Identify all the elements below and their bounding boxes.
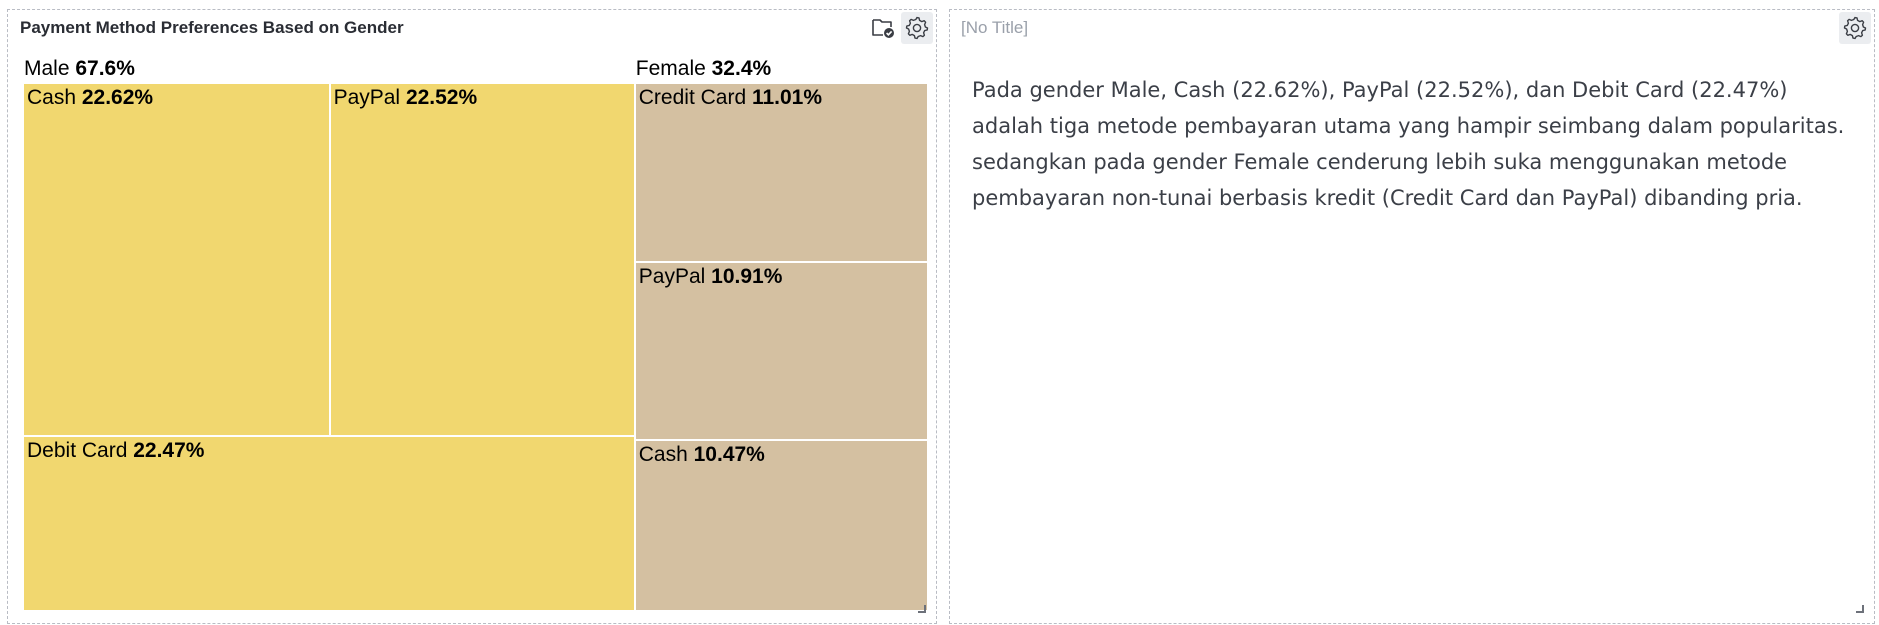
treemap-tile-label-value: 10.91% [711, 265, 783, 289]
chart-panel: Payment Method Preferences Based on Gend… [7, 9, 937, 624]
treemap-tile-label-name: PayPal [333, 86, 406, 109]
treemap-tile-label: Cash 22.62% [27, 86, 153, 110]
settings-button[interactable] [901, 12, 933, 44]
treemap-tile-label-name: Cash [27, 86, 82, 109]
treemap-tile-label: PayPal 22.52% [334, 86, 478, 110]
treemap-tile: Cash 10.47% [634, 440, 928, 611]
folder-check-button[interactable] [867, 12, 899, 44]
folder-check-icon [872, 19, 894, 38]
treemap-group-label-name: Female [635, 57, 712, 80]
text-content: Pada gender Male, Cash (22.62%), PayPal … [972, 78, 1845, 210]
treemap-tile-label: Cash 10.47% [639, 443, 765, 467]
treemap-tile-label-value: 22.52% [405, 86, 478, 109]
treemap-tile-label-value: 11.01% [751, 86, 823, 109]
treemap-tile: Cash 22.62% [23, 83, 330, 436]
text-panel: [No Title] Pada gender Male, Cash (22.62… [949, 9, 1875, 624]
treemap-group-label-value: 67.6% [75, 57, 135, 80]
treemap-group-label-value: 32.4% [711, 57, 772, 80]
treemap-tile: PayPal 22.52% [329, 83, 635, 436]
gear-icon [905, 16, 929, 40]
treemap-group-label: Male 67.6% [24, 57, 135, 81]
treemap-tile: Credit Card 11.01% [634, 83, 928, 263]
treemap-tile-label-value: 22.62% [81, 86, 154, 109]
treemap-tile-label-name: Credit Card [638, 86, 752, 109]
settings-button[interactable] [1839, 12, 1871, 44]
treemap-tile-label: Debit Card 22.47% [27, 439, 204, 463]
gear-icon [1843, 16, 1867, 40]
treemap-tile: PayPal 10.91% [634, 262, 928, 441]
resize-handle[interactable] [918, 605, 926, 613]
treemap-tile-label-name: Cash [638, 443, 694, 467]
treemap-chart: Male 67.6% Cash 22.62% PayPal 22.52% Debit … [23, 55, 928, 611]
treemap-tile-label-name: PayPal [638, 265, 712, 289]
treemap-tile-label: PayPal 10.91% [639, 265, 783, 289]
treemap-tile-label-name: Debit Card [27, 438, 134, 462]
resize-handle[interactable] [1856, 605, 1864, 613]
treemap-tile-label: Credit Card 11.01% [639, 86, 822, 110]
treemap-tile-label-value: 10.47% [693, 443, 765, 467]
treemap-group-label-name: Male [24, 57, 76, 80]
treemap-tile: Debit Card 22.47% [23, 435, 635, 611]
panel-title: [No Title] [961, 18, 1029, 37]
treemap-group-label: Female 32.4% [636, 57, 771, 81]
panel-title: Payment Method Preferences Based on Gend… [20, 18, 404, 37]
treemap-tile-label-value: 22.47% [133, 438, 205, 462]
